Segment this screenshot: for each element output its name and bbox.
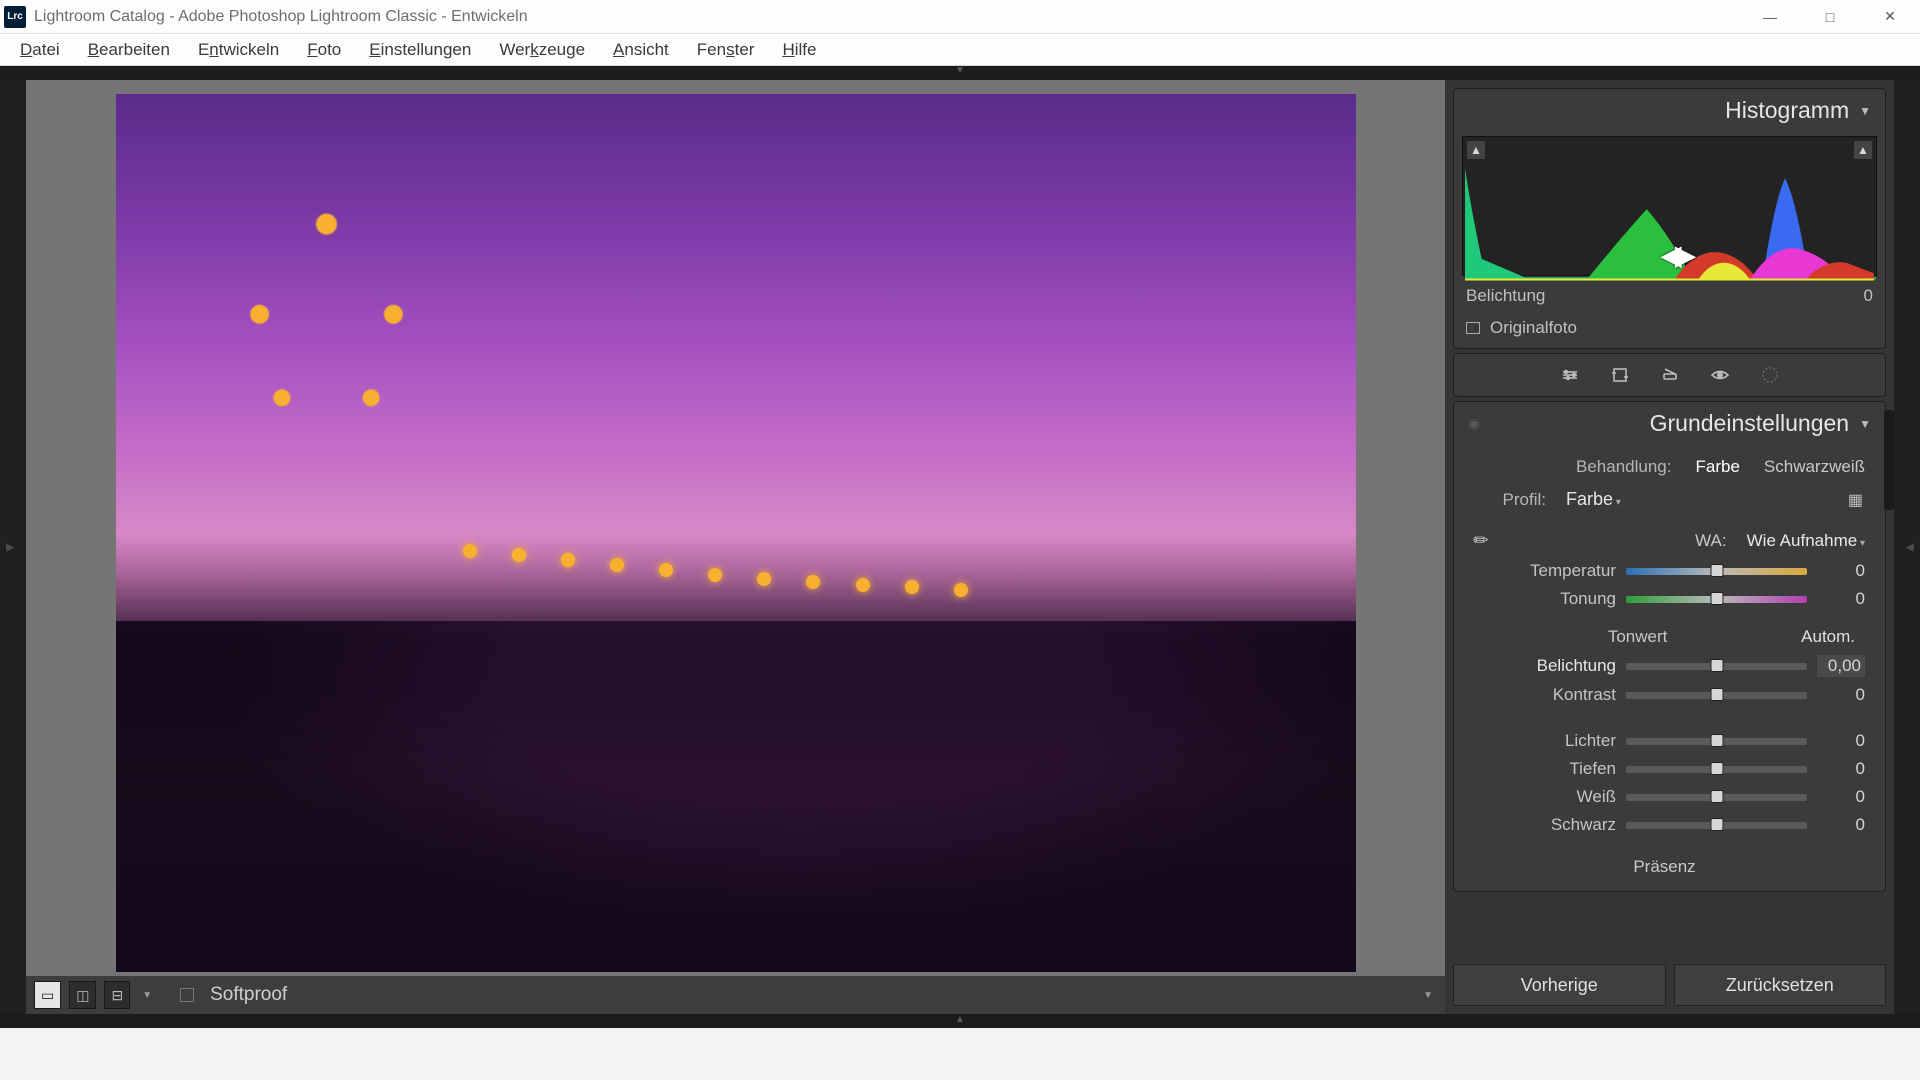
exposure-label: Belichtung bbox=[1474, 656, 1616, 676]
spot-removal-tool[interactable] bbox=[1609, 364, 1631, 386]
menu-foto[interactable]: Foto bbox=[293, 36, 355, 64]
canvas-area[interactable] bbox=[26, 80, 1445, 976]
maximize-button[interactable]: □ bbox=[1800, 0, 1860, 34]
shadows-label: Tiefen bbox=[1474, 759, 1616, 779]
before-after-tb-button[interactable]: ⊟ bbox=[104, 981, 130, 1009]
right-panel: Histogramm ▼ ▲ ▲ bbox=[1445, 80, 1894, 1014]
profile-label: Profil: bbox=[1474, 490, 1546, 510]
original-photo-icon bbox=[1466, 322, 1480, 334]
chevron-down-icon[interactable]: ▼ bbox=[1859, 417, 1871, 431]
softproof-checkbox[interactable] bbox=[180, 988, 194, 1002]
menu-einstellungen[interactable]: Einstellungen bbox=[355, 36, 485, 64]
minimize-button[interactable]: — bbox=[1740, 0, 1800, 34]
blacks-slider[interactable] bbox=[1626, 822, 1807, 829]
whites-slider[interactable] bbox=[1626, 794, 1807, 801]
wb-label: WA: bbox=[1695, 531, 1726, 551]
menu-hilfe[interactable]: Hilfe bbox=[768, 36, 830, 64]
filmstrip-toggle[interactable] bbox=[0, 1014, 1920, 1028]
profile-browser-button[interactable]: ▦ bbox=[1848, 490, 1865, 510]
canvas-toolbar: ▭ ◫ ⊟ ▼ Softproof ▼ bbox=[26, 976, 1445, 1014]
original-photo-toggle[interactable]: Originalfoto bbox=[1454, 312, 1885, 348]
auto-button[interactable]: Autom. bbox=[1801, 627, 1855, 647]
shadows-slider[interactable] bbox=[1626, 766, 1807, 773]
contrast-label: Kontrast bbox=[1474, 685, 1616, 705]
tint-value[interactable]: 0 bbox=[1817, 589, 1865, 609]
menu-datei[interactable]: Datei bbox=[6, 36, 74, 64]
tone-header: Tonwert bbox=[1608, 627, 1668, 647]
histogram-title: Histogramm bbox=[1725, 97, 1849, 124]
profile-dropdown[interactable]: Farbe bbox=[1566, 489, 1621, 510]
left-panel-toggle[interactable] bbox=[0, 80, 26, 1014]
histogram-display[interactable]: ▲ ▲ ◀▶ bbox=[1462, 136, 1877, 276]
previous-button[interactable]: Vorherige bbox=[1453, 964, 1666, 1006]
menu-fenster[interactable]: Fenster bbox=[683, 36, 769, 64]
softproof-label: Softproof bbox=[210, 984, 287, 1006]
chevron-down-icon[interactable]: ▼ bbox=[1859, 104, 1871, 118]
temp-slider[interactable] bbox=[1626, 568, 1807, 575]
contrast-slider[interactable] bbox=[1626, 692, 1807, 699]
menu-bar: Datei Bearbeiten Entwickeln Foto Einstel… bbox=[0, 34, 1920, 66]
crop-tool[interactable] bbox=[1559, 364, 1581, 386]
view-mode-dropdown[interactable]: ▼ bbox=[138, 986, 156, 1005]
menu-werkzeuge[interactable]: Werkzeuge bbox=[485, 36, 599, 64]
masking-tool[interactable] bbox=[1659, 364, 1681, 386]
exposure-value[interactable]: 0,00 bbox=[1817, 655, 1865, 677]
red-eye-tool[interactable] bbox=[1709, 364, 1731, 386]
original-photo-label: Originalfoto bbox=[1490, 318, 1577, 338]
treatment-color[interactable]: Farbe bbox=[1695, 457, 1739, 477]
wb-dropdown[interactable]: Wie Aufnahme bbox=[1747, 531, 1865, 551]
basic-panel: ◉ Grundeinstellungen ▼ Behandlung: Farbe… bbox=[1453, 401, 1886, 892]
top-panel-toggle[interactable] bbox=[0, 66, 1920, 80]
shadows-value[interactable]: 0 bbox=[1817, 759, 1865, 779]
panel-scrollbar[interactable] bbox=[1884, 410, 1894, 510]
window-title: Lightroom Catalog - Adobe Photoshop Ligh… bbox=[34, 8, 528, 26]
develop-tool-strip bbox=[1453, 353, 1886, 397]
basic-panel-title: Grundeinstellungen bbox=[1650, 410, 1849, 437]
close-button[interactable]: ✕ bbox=[1860, 0, 1920, 34]
radial-filter-tool[interactable] bbox=[1759, 364, 1781, 386]
right-panel-toggle[interactable] bbox=[1894, 80, 1920, 1014]
panel-toggle-eye-icon[interactable]: ◉ bbox=[1468, 415, 1480, 432]
whites-label: Weiß bbox=[1474, 787, 1616, 807]
wb-picker-tool[interactable]: ✎ bbox=[1469, 528, 1495, 554]
menu-entwickeln[interactable]: Entwickeln bbox=[184, 36, 293, 64]
toolbar-options-dropdown[interactable]: ▼ bbox=[1419, 986, 1437, 1005]
highlights-slider[interactable] bbox=[1626, 738, 1807, 745]
blacks-label: Schwarz bbox=[1474, 815, 1616, 835]
histogram-panel: Histogramm ▼ ▲ ▲ bbox=[1453, 88, 1886, 349]
histogram-readout-label: Belichtung bbox=[1466, 286, 1545, 306]
menu-ansicht[interactable]: Ansicht bbox=[599, 36, 683, 64]
blacks-value[interactable]: 0 bbox=[1817, 815, 1865, 835]
before-after-lr-button[interactable]: ◫ bbox=[69, 981, 96, 1009]
app-icon: Lrc bbox=[4, 6, 26, 28]
highlights-label: Lichter bbox=[1474, 731, 1616, 751]
exposure-slider[interactable] bbox=[1626, 663, 1807, 670]
contrast-value[interactable]: 0 bbox=[1817, 685, 1865, 705]
presence-header: Präsenz bbox=[1633, 857, 1695, 877]
whites-value[interactable]: 0 bbox=[1817, 787, 1865, 807]
highlights-value[interactable]: 0 bbox=[1817, 731, 1865, 751]
tint-slider[interactable] bbox=[1626, 596, 1807, 603]
menu-bearbeiten[interactable]: Bearbeiten bbox=[74, 36, 184, 64]
temp-value[interactable]: 0 bbox=[1817, 561, 1865, 581]
histogram-graph bbox=[1463, 137, 1876, 282]
treatment-label: Behandlung: bbox=[1474, 457, 1671, 477]
reset-button[interactable]: Zurücksetzen bbox=[1674, 964, 1887, 1006]
title-bar: Lrc Lightroom Catalog - Adobe Photoshop … bbox=[0, 0, 1920, 34]
treatment-bw[interactable]: Schwarzweiß bbox=[1764, 457, 1865, 477]
histogram-readout-value: 0 bbox=[1864, 286, 1873, 306]
temp-label: Temperatur bbox=[1474, 561, 1616, 581]
tint-label: Tonung bbox=[1474, 589, 1616, 609]
loupe-view-button[interactable]: ▭ bbox=[34, 981, 61, 1009]
photo-preview[interactable] bbox=[116, 94, 1356, 972]
